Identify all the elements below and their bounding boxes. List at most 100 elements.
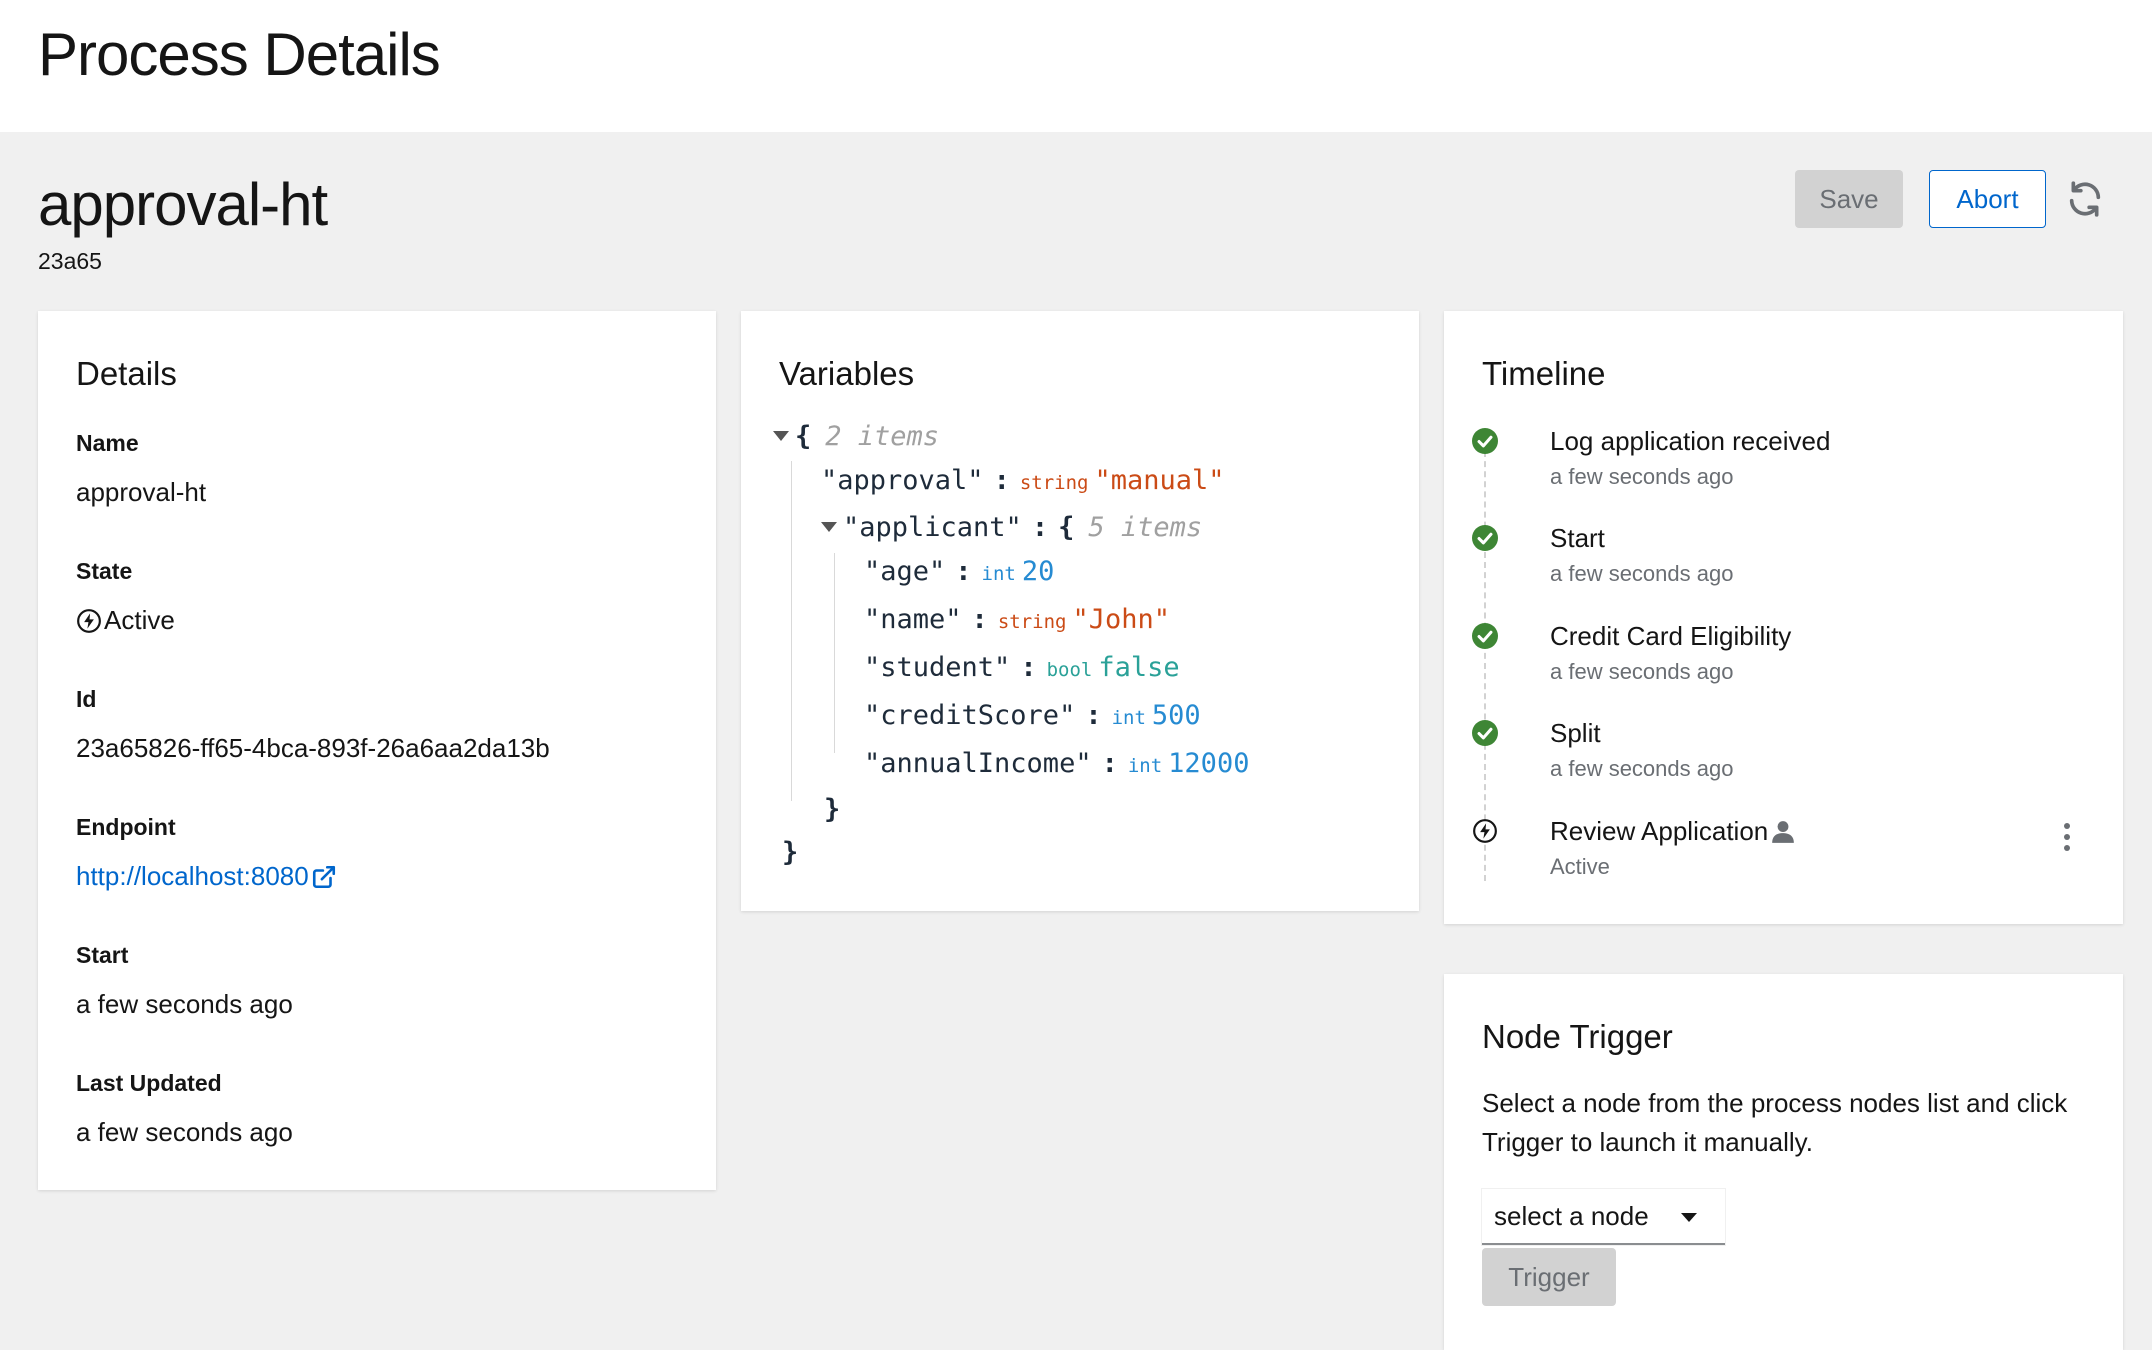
bolt-circle-icon <box>1473 819 1497 843</box>
collapse-caret-icon[interactable] <box>773 431 789 441</box>
state-text: Active <box>104 605 175 635</box>
state-value: Active <box>76 605 175 636</box>
endpoint-text: http://localhost:8080 <box>76 861 309 891</box>
json-key: "creditScore" <box>864 700 1076 731</box>
node-select-value: select a node <box>1494 1200 1649 1231</box>
kebab-menu-icon[interactable] <box>2062 822 2072 852</box>
json-row-approval: "approval" : string "manual" <box>821 465 1225 496</box>
sync-icon[interactable] <box>2065 179 2105 219</box>
json-close-brace: } <box>824 794 841 825</box>
timeline-title: Timeline <box>1482 355 1606 392</box>
details-card: Details Name approval-ht State Active Id… <box>38 311 716 1190</box>
timeline-item-time: a few seconds ago <box>1550 756 1734 781</box>
json-colon: : <box>971 604 988 635</box>
json-row-name: "name" : string "John" <box>864 604 1170 635</box>
page-header: Process Details <box>0 0 2152 132</box>
json-type: string <box>1019 472 1089 494</box>
abort-button[interactable]: Abort <box>1929 170 2046 228</box>
json-root-meta: 2 items <box>825 421 940 452</box>
json-open-brace: { <box>795 421 812 452</box>
json-type: int <box>981 563 1016 585</box>
node-trigger-description: Select a node from the process nodes lis… <box>1482 1088 2068 1157</box>
json-colon: : <box>1085 700 1102 731</box>
process-short-id: 23a65 <box>38 248 102 274</box>
check-circle-icon <box>1472 428 1498 454</box>
json-colon: : <box>993 465 1010 496</box>
name-value: approval-ht <box>76 477 207 507</box>
json-value[interactable]: "manual" <box>1094 465 1224 496</box>
json-close-brace: } <box>782 837 799 868</box>
json-root-row[interactable]: { 2 items <box>773 421 939 452</box>
check-circle-icon <box>1472 720 1498 746</box>
last-updated-label: Last Updated <box>76 1070 222 1096</box>
timeline-item-time: a few seconds ago <box>1550 561 1734 586</box>
trigger-button[interactable]: Trigger <box>1482 1248 1616 1306</box>
timeline-item-title: Credit Card Eligibility <box>1550 621 1792 651</box>
id-value: 23a65826-ff65-4bca-893f-26a6aa2da13b <box>76 733 550 763</box>
check-circle-icon <box>1472 623 1498 649</box>
json-row-creditscore: "creditScore" : int 500 <box>864 700 1201 731</box>
variables-card: Variables { 2 items "approval" : string … <box>741 311 1419 911</box>
json-value[interactable]: 20 <box>1022 556 1055 587</box>
node-trigger-title: Node Trigger <box>1482 1018 1673 1055</box>
endpoint-link[interactable]: http://localhost:8080 <box>76 861 337 892</box>
bolt-circle-icon <box>77 608 101 633</box>
start-value: a few seconds ago <box>76 989 293 1019</box>
timeline-item-title: Review Application <box>1550 816 1796 847</box>
timeline-card: Timeline Log application received a few … <box>1444 311 2123 924</box>
timeline-item-title: Log application received <box>1550 426 1831 456</box>
json-row-annualincome: "annualIncome" : int 12000 <box>864 748 1249 779</box>
json-key: "applicant" <box>843 512 1022 543</box>
collapse-caret-icon[interactable] <box>821 522 837 532</box>
timeline-item-title: Split <box>1550 718 1601 748</box>
json-row-applicant[interactable]: "applicant" : { 5 items <box>821 512 1202 543</box>
details-title: Details <box>76 355 177 392</box>
json-value[interactable]: 12000 <box>1168 748 1249 779</box>
caret-down-icon <box>1681 1213 1697 1222</box>
json-colon: : <box>1020 652 1037 683</box>
check-circle-icon <box>1472 525 1498 551</box>
json-indent-guide <box>791 461 792 801</box>
variables-title: Variables <box>779 355 915 392</box>
json-type: int <box>1127 755 1163 777</box>
timeline-item-time: a few seconds ago <box>1550 659 1734 684</box>
json-type: string <box>997 611 1067 633</box>
json-key: "annualIncome" <box>864 748 1092 779</box>
endpoint-label: Endpoint <box>76 814 176 840</box>
timeline-connector <box>1484 451 1486 881</box>
json-key: "age" <box>864 556 946 587</box>
node-select[interactable]: select a node <box>1482 1189 1725 1245</box>
json-type: int <box>1111 707 1146 729</box>
json-root-close: } <box>782 837 798 868</box>
timeline-item-title-text: Review Application <box>1550 816 1769 846</box>
page-title: Process Details <box>38 21 441 88</box>
json-key: "student" <box>864 652 1011 683</box>
id-label: Id <box>76 686 97 712</box>
json-type: bool <box>1046 659 1093 681</box>
json-value[interactable]: "John" <box>1072 604 1170 635</box>
json-colon: : <box>955 556 972 587</box>
process-name: approval-ht <box>38 171 328 238</box>
json-colon: : <box>1031 512 1049 543</box>
json-applicant-close: } <box>824 794 840 825</box>
json-applicant-meta: 5 items <box>1088 512 1203 543</box>
json-row-age: "age" : int 20 <box>864 556 1054 587</box>
json-indent-guide <box>834 553 835 753</box>
json-value[interactable]: false <box>1098 652 1179 683</box>
user-icon <box>1772 820 1795 843</box>
json-value[interactable]: 500 <box>1152 700 1201 731</box>
json-key: "name" <box>864 604 962 635</box>
node-trigger-card: Node Trigger Select a node from the proc… <box>1444 974 2123 1350</box>
json-open-brace: { <box>1058 512 1075 543</box>
json-key: "approval" <box>821 465 984 496</box>
state-label: State <box>76 558 133 584</box>
json-row-student: "student" : bool false <box>864 652 1180 683</box>
name-label: Name <box>76 430 139 456</box>
last-updated-value: a few seconds ago <box>76 1117 293 1147</box>
save-button[interactable]: Save <box>1795 170 1903 228</box>
timeline-item-title: Start <box>1550 523 1605 553</box>
timeline-item-time: Active <box>1550 854 1610 879</box>
json-colon: : <box>1101 748 1118 779</box>
external-link-icon <box>312 865 335 888</box>
start-label: Start <box>76 942 129 968</box>
